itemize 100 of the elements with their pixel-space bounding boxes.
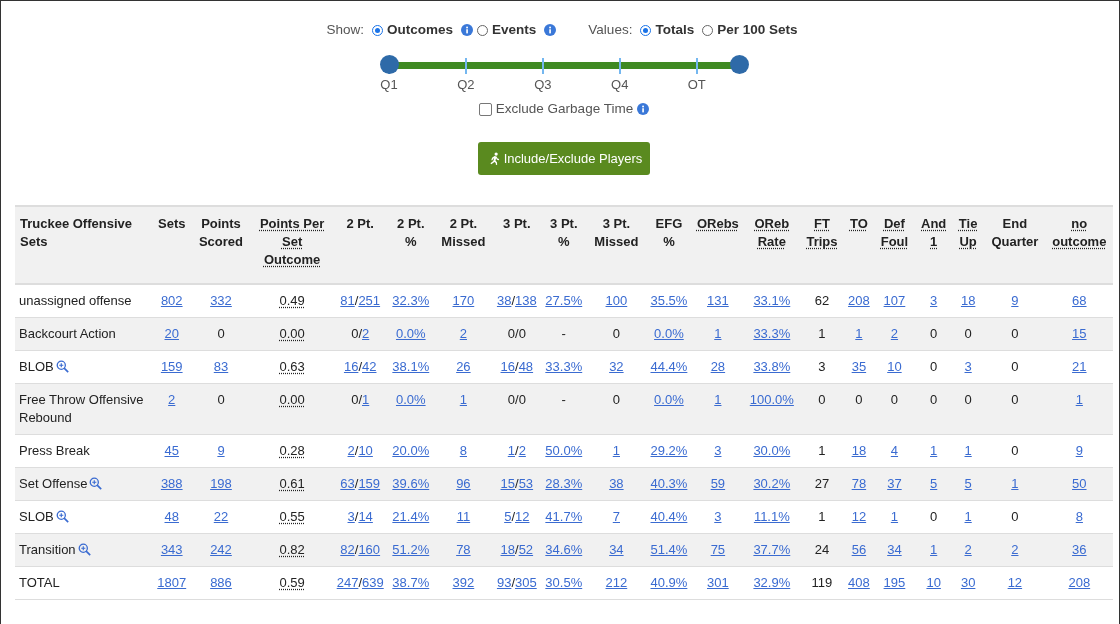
players-button[interactable]: Include/Exclude Players <box>477 141 651 175</box>
stat-link[interactable]: 44.4% <box>650 359 688 374</box>
stat-link[interactable]: 2 <box>890 326 899 341</box>
stat-link[interactable]: 36 <box>1072 542 1087 557</box>
stat-link[interactable]: 5 <box>964 476 972 491</box>
stat-link[interactable]: 11.1% <box>753 509 790 524</box>
stat-link[interactable]: 16 <box>343 359 359 374</box>
stat-link[interactable]: 138 <box>515 293 537 308</box>
stat-link[interactable]: 40.9% <box>650 575 688 590</box>
stat-link[interactable]: 12 <box>1007 575 1023 590</box>
stat-link[interactable]: 59 <box>710 476 726 491</box>
stat-link[interactable]: 1 <box>459 392 467 407</box>
stat-link[interactable]: 41.7% <box>545 509 583 524</box>
stat-link[interactable]: 160 <box>358 542 381 557</box>
stat-link[interactable]: 301 <box>707 575 729 590</box>
stat-link[interactable]: 2 <box>362 326 370 341</box>
radio-option[interactable]: Totals <box>640 20 695 41</box>
radio-option[interactable]: Outcomes <box>372 20 454 41</box>
stat-link[interactable]: 82 <box>340 542 355 557</box>
stat-link[interactable]: 12 <box>515 509 530 524</box>
stat-link[interactable]: 38.1% <box>392 359 430 374</box>
stat-link[interactable]: 1 <box>890 509 899 524</box>
stat-link[interactable]: 75 <box>710 542 726 557</box>
stat-link[interactable]: 5 <box>930 476 938 491</box>
stat-link[interactable]: 9 <box>1011 293 1019 308</box>
stat-link[interactable]: 14 <box>358 509 373 524</box>
stat-link[interactable]: 11 <box>456 509 471 524</box>
stat-link[interactable]: 100 <box>605 293 628 308</box>
stat-link[interactable]: 8 <box>1075 509 1083 524</box>
stat-link[interactable]: 29.2% <box>650 443 688 458</box>
stat-link[interactable]: 2 <box>518 443 526 458</box>
stat-link[interactable]: 20 <box>164 326 179 341</box>
stat-link[interactable]: 3 <box>964 359 972 374</box>
stat-link[interactable]: 305 <box>515 575 537 590</box>
stat-link[interactable]: 3 <box>714 509 722 524</box>
stat-link[interactable]: 93 <box>496 575 512 590</box>
stat-link[interactable]: 15 <box>1072 326 1087 341</box>
stat-link[interactable]: 22 <box>213 509 229 524</box>
stat-link[interactable]: 8 <box>459 443 467 458</box>
stat-link[interactable]: 30 <box>960 575 976 590</box>
stat-link[interactable]: 332 <box>210 293 232 308</box>
stat-link[interactable]: 15 <box>500 476 515 491</box>
stat-link[interactable]: 18 <box>500 542 515 557</box>
stat-link[interactable]: 251 <box>358 293 381 308</box>
stat-link[interactable]: 1 <box>930 443 938 458</box>
stat-link[interactable]: 27.5% <box>545 293 583 308</box>
stat-link[interactable]: 50 <box>1072 476 1087 491</box>
stat-link[interactable]: 1 <box>855 326 863 341</box>
stat-link[interactable]: 1 <box>362 392 370 407</box>
stat-link[interactable]: 10 <box>926 575 941 590</box>
stat-link[interactable]: 45 <box>164 443 179 458</box>
stat-link[interactable]: 40.4% <box>650 509 688 524</box>
stat-link[interactable]: 32.3% <box>392 293 430 308</box>
stat-link[interactable]: 0.0% <box>654 392 684 407</box>
stat-link[interactable]: 34 <box>887 542 902 557</box>
stat-link[interactable]: 1 <box>964 509 972 524</box>
stat-link[interactable]: 1 <box>930 542 938 557</box>
stat-link[interactable]: 886 <box>210 575 232 590</box>
stat-link[interactable]: 7 <box>612 509 620 524</box>
stat-link[interactable]: 1 <box>612 443 620 458</box>
stat-link[interactable]: 3 <box>930 293 938 308</box>
stat-link[interactable]: 212 <box>605 575 628 590</box>
stat-link[interactable]: 3 <box>714 443 722 458</box>
stat-link[interactable]: 38.7% <box>392 575 430 590</box>
stat-link[interactable]: 32.9% <box>753 575 791 590</box>
stat-link[interactable]: 107 <box>883 293 906 308</box>
stat-link[interactable]: 35 <box>851 359 867 374</box>
stat-link[interactable]: 12 <box>851 509 867 524</box>
stat-link[interactable]: 242 <box>210 542 232 557</box>
stat-link[interactable]: 26 <box>456 359 471 374</box>
stat-link[interactable]: 18 <box>960 293 976 308</box>
stat-link[interactable]: 68 <box>1072 293 1087 308</box>
stat-link[interactable]: 78 <box>456 542 471 557</box>
slider-handle[interactable] <box>730 55 749 75</box>
stat-link[interactable]: 639 <box>362 575 384 590</box>
stat-link[interactable]: 1 <box>964 443 972 458</box>
stat-link[interactable]: 48 <box>164 509 179 524</box>
stat-link[interactable]: 2 <box>168 392 176 407</box>
stat-link[interactable]: 802 <box>160 293 183 308</box>
stat-link[interactable]: 83 <box>213 359 229 374</box>
stat-link[interactable]: 28 <box>710 359 726 374</box>
range-slider[interactable]: Q1 Q2 Q3 Q4 OT <box>377 55 751 94</box>
radio-option[interactable]: Per 100 Sets <box>702 20 798 41</box>
stat-link[interactable]: 32 <box>609 359 624 374</box>
stat-link[interactable]: 159 <box>160 359 183 374</box>
stat-link[interactable]: 208 <box>848 293 870 308</box>
stat-link[interactable]: 1807 <box>157 575 187 590</box>
stat-link[interactable]: 16 <box>500 359 515 374</box>
checkbox-option[interactable]: Exclude Garbage Time <box>478 99 634 120</box>
stat-link[interactable]: 1 <box>1011 476 1019 491</box>
stat-link[interactable]: 38 <box>496 293 512 308</box>
stat-link[interactable]: 170 <box>452 293 475 308</box>
stat-link[interactable]: 1 <box>1075 392 1083 407</box>
stat-link[interactable]: 38 <box>609 476 624 491</box>
stat-link[interactable]: 2 <box>347 443 355 458</box>
stat-link[interactable]: 48 <box>518 359 534 374</box>
stat-link[interactable]: 52 <box>518 542 534 557</box>
stat-link[interactable]: 63 <box>340 476 355 491</box>
stat-link[interactable]: 33.8% <box>753 359 791 374</box>
stat-link[interactable]: 392 <box>452 575 475 590</box>
